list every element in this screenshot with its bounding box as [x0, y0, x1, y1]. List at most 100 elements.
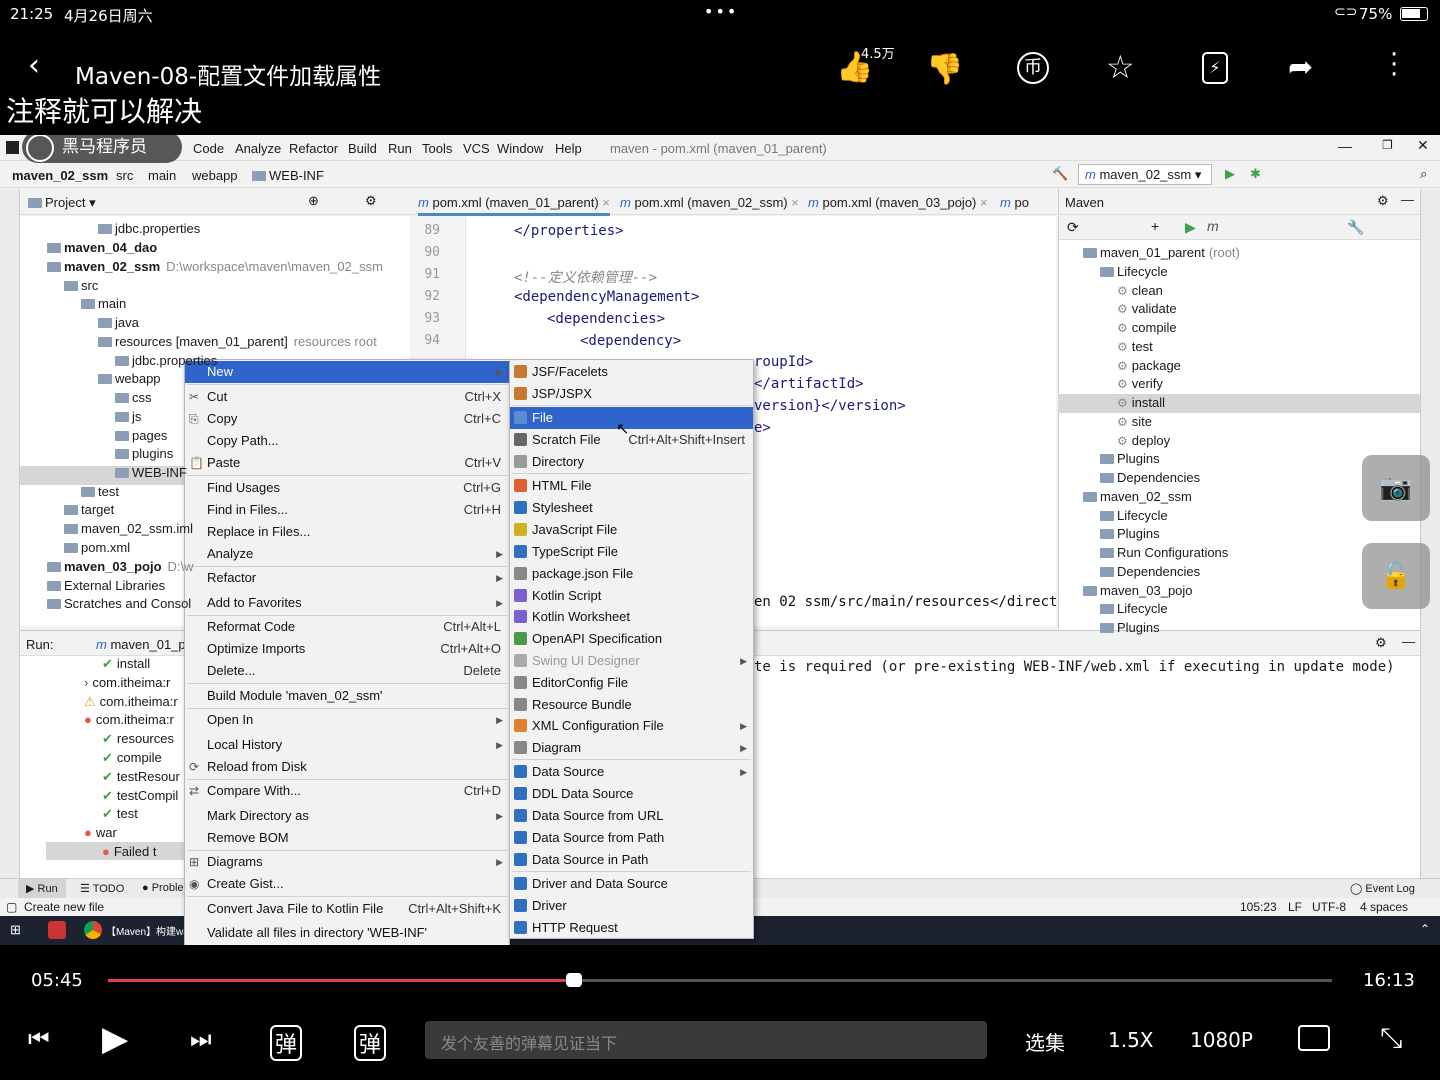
new-submenu-item[interactable]: Data Source from Path [510, 827, 753, 849]
tab-pom-ssm[interactable]: m pom.xml (maven_02_ssm) × [620, 195, 799, 210]
run-tree-item[interactable]: ✔ testResour [102, 769, 180, 785]
context-menu-item[interactable]: Remove BOM [185, 827, 509, 849]
play-icon[interactable]: ▶ [102, 1019, 128, 1059]
project-tree-item[interactable]: resources [maven_01_parent] resources roo… [98, 334, 377, 349]
run-settings-icon[interactable]: ⚙ [1375, 635, 1387, 651]
new-submenu-item[interactable]: JSF/Facelets [510, 361, 753, 383]
new-submenu-item[interactable]: Kotlin Script [510, 585, 753, 607]
new-submenu-item[interactable]: EditorConfig File [510, 672, 753, 694]
maven-tree-item[interactable]: Dependencies [1100, 564, 1200, 579]
project-tree-item[interactable]: maven_03_pojo D:\w [47, 559, 194, 574]
context-menu-item[interactable]: Validate all files in directory 'WEB-INF… [185, 922, 509, 944]
maven-tree-item[interactable]: ⚙ validate [1117, 301, 1177, 316]
pip-icon[interactable] [1298, 1025, 1330, 1051]
context-menu-item[interactable]: Copy Path... [185, 430, 509, 452]
new-submenu-item[interactable]: Data Source from URL [510, 805, 753, 827]
menu-analyze[interactable]: Analyze [235, 141, 281, 156]
menu-code[interactable]: Code [193, 141, 224, 156]
context-menu-item[interactable]: ✂ Cut Ctrl+X [185, 386, 509, 408]
episodes-button[interactable]: 选集 [1025, 1027, 1065, 1056]
project-tree-item[interactable]: maven_04_dao [47, 240, 157, 255]
new-submenu-item[interactable]: Stylesheet [510, 497, 753, 519]
menu-vcs[interactable]: VCS [463, 141, 490, 156]
maven-tree-item[interactable]: ⚙ compile [1117, 320, 1177, 335]
run-tree-item[interactable]: ✔ install [102, 656, 150, 672]
breadcrumb-src[interactable]: src [116, 168, 133, 183]
next-icon[interactable]: ⏭ [190, 1025, 212, 1053]
context-menu-item[interactable]: ⇄ Compare With... Ctrl+D [185, 780, 509, 802]
new-submenu-item[interactable]: JSP/JSPX [510, 383, 753, 405]
tab-pom-parent[interactable]: m pom.xml (maven_01_parent) × [418, 195, 610, 216]
run-tree-item[interactable]: ✔ compile [102, 750, 162, 766]
project-tree-item[interactable]: target [64, 502, 114, 517]
windows-start-icon[interactable]: ⊞ [10, 922, 21, 938]
context-menu-item[interactable]: 📋 Paste Ctrl+V [185, 452, 509, 474]
new-submenu-item[interactable]: Scratch File Ctrl+Alt+Shift+Insert [510, 429, 753, 451]
bottom-tab-problems[interactable]: ● Proble [142, 882, 184, 894]
settings-icon[interactable]: ⚙ [365, 193, 377, 209]
context-menu-item[interactable]: Build Module 'maven_02_ssm' [185, 685, 509, 707]
menu-help[interactable]: Help [555, 141, 582, 156]
breadcrumb-webapp[interactable]: webapp [192, 168, 238, 183]
favorite-icon[interactable]: ☆ [1106, 48, 1135, 86]
project-tree-item[interactable]: pages [115, 428, 167, 443]
maven-tree-item[interactable]: maven_01_parent (root) [1083, 245, 1240, 260]
debug-icon[interactable]: ✱ [1250, 166, 1261, 182]
context-menu-item[interactable]: ⟳ Reload from Disk [185, 756, 509, 778]
maven-tree-item[interactable]: Lifecycle [1100, 508, 1168, 523]
project-tree-item[interactable]: jdbc.properties [115, 353, 217, 368]
context-menu-item[interactable]: ⎘ Copy Ctrl+C [185, 408, 509, 430]
restore-icon[interactable]: ❐ [1382, 138, 1393, 152]
new-submenu-item[interactable]: XML Configuration File ▶ [510, 715, 753, 737]
run-tree-item[interactable]: ⚠ com.itheima:r [84, 694, 178, 710]
context-menu-item[interactable]: Find Usages Ctrl+G [185, 477, 509, 499]
reload-icon[interactable]: ⟳ [1067, 219, 1079, 236]
new-submenu-item[interactable]: Driver [510, 895, 753, 917]
new-submenu-item[interactable]: Kotlin Worksheet [510, 606, 753, 628]
indent-setting[interactable]: 4 spaces [1360, 900, 1408, 914]
event-log[interactable]: ◯ Event Log [1350, 882, 1415, 895]
exit-fullscreen-icon[interactable]: ⤡ [1380, 1021, 1402, 1055]
new-submenu-item[interactable]: DDL Data Source [510, 783, 753, 805]
new-submenu-item[interactable]: Directory [510, 451, 753, 473]
progress-handle[interactable] [566, 973, 583, 987]
add-icon[interactable]: + [1151, 218, 1159, 234]
context-menu-item[interactable]: Convert Java File to Kotlin File Ctrl+Alt… [185, 898, 509, 920]
run-tree-item[interactable]: ✔ test [102, 806, 138, 822]
project-tree-item[interactable]: WEB-INF [115, 465, 187, 480]
tab-pom-more[interactable]: m po [1000, 195, 1029, 210]
bottom-tab-run[interactable]: ▶ Run [18, 879, 66, 898]
maven-tree-item[interactable]: ⚙ test [1117, 339, 1153, 354]
context-menu-item[interactable]: Analyze ▶ [185, 543, 509, 565]
back-icon[interactable]: ‹ [28, 48, 40, 83]
project-tree-item[interactable]: pom.xml [64, 540, 130, 555]
run-config-select[interactable]: m maven_02_ssm ▾ [1078, 164, 1212, 185]
project-tree-item[interactable]: maven_02_ssm D:\workspace\maven\maven_02_… [47, 259, 383, 274]
execute-goal-icon[interactable]: m [1207, 218, 1219, 234]
context-menu-item[interactable]: Mark Directory as ▶ [185, 805, 509, 827]
context-menu-item[interactable]: ◉ Create Gist... [185, 873, 509, 895]
new-submenu-item[interactable]: TypeScript File [510, 541, 753, 563]
locate-icon[interactable]: ⊕ [308, 193, 319, 209]
run-tree-item[interactable]: ● war [84, 825, 117, 840]
breadcrumb-project[interactable]: maven_02_ssm [12, 168, 108, 183]
maven-tree-item[interactable]: ⚙ clean [1117, 283, 1163, 298]
maven-tree-item[interactable]: ⚙ site [1117, 414, 1152, 429]
run-tree-item[interactable]: ● Failed t [102, 844, 157, 859]
project-tree-item[interactable]: java [98, 315, 139, 330]
new-submenu-item[interactable]: Data Source ▶ [510, 761, 753, 783]
maven-tree-item[interactable]: ⚙ install [1117, 395, 1165, 410]
context-menu-item[interactable]: Local History ▶ [185, 734, 509, 756]
project-tree-item[interactable]: plugins [115, 446, 173, 461]
tab-pom-pojo[interactable]: m pom.xml (maven_03_pojo) × [808, 195, 988, 210]
quality-button[interactable]: 1080P [1190, 1028, 1253, 1052]
breadcrumb-webinf[interactable]: WEB-INF [252, 168, 324, 183]
chrome-icon[interactable] [84, 921, 102, 939]
maven-tree-item[interactable]: ⚙ verify [1117, 376, 1163, 391]
context-menu-item[interactable]: ⊞ Diagrams ▶ [185, 851, 509, 873]
speed-button[interactable]: 1.5X [1108, 1028, 1154, 1052]
project-tree-item[interactable]: src [64, 278, 98, 293]
maven-settings-icon[interactable]: ⚙ [1377, 193, 1389, 209]
context-menu-item[interactable]: Replace in Files... [185, 521, 509, 543]
new-submenu-item[interactable]: Swing UI Designer ▶ [510, 650, 753, 672]
